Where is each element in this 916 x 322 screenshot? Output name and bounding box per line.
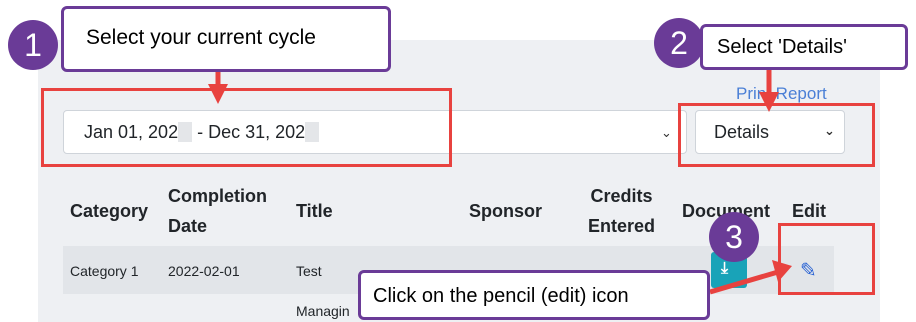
step-1-callout: Select your current cycle: [61, 6, 391, 72]
step-3-badge: 3: [709, 212, 759, 262]
step-1-badge: 1: [8, 20, 58, 70]
step-2-callout: Select 'Details': [700, 24, 908, 70]
step-3-callout: Click on the pencil (edit) icon: [358, 270, 710, 320]
step-2-badge: 2: [654, 18, 704, 68]
